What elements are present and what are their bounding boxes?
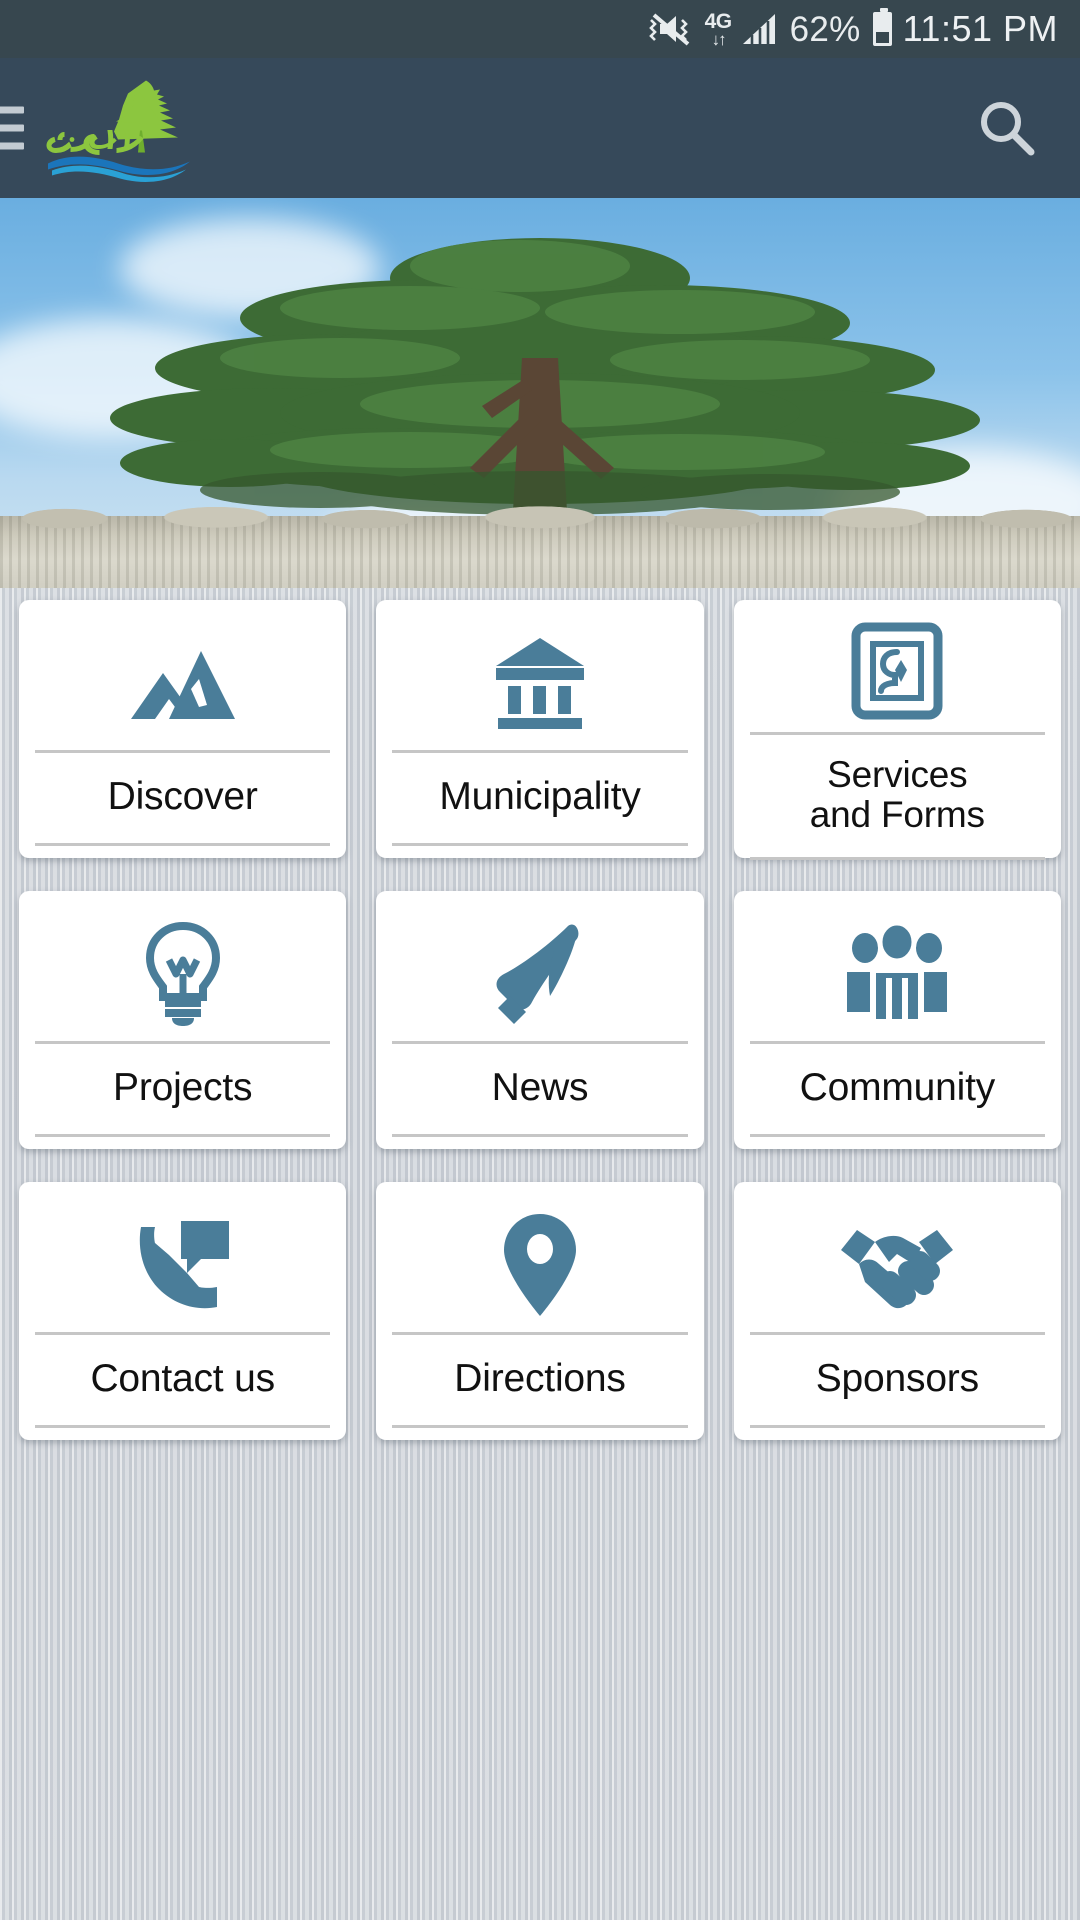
tile-label: Municipality [439,774,641,818]
tile-label: Discover [107,774,258,818]
tile-community[interactable]: Community [733,891,1061,1149]
search-icon[interactable] [974,95,1040,161]
battery-percent-label: 62% [789,9,861,49]
app-header [0,58,1080,198]
network-type-label: 4G [704,9,733,33]
signal-bars-icon [741,12,779,46]
tile-directions[interactable]: Directions [376,1182,704,1440]
battery-icon [872,8,892,46]
handshake-icon [750,1198,1045,1332]
tile-label-box: Sponsors [749,1332,1045,1428]
dhour-el-choueir-cedar-logo[interactable] [28,71,213,186]
tile-municipality[interactable]: Municipality [376,600,704,858]
bank-icon [392,616,687,750]
mountains-icon [35,616,330,750]
tile-label: Contact us [90,1356,275,1400]
phone-message-icon [35,1198,330,1332]
tile-projects[interactable]: Projects [19,891,347,1149]
tile-label: Directions [454,1356,626,1400]
tile-label: Community [799,1065,996,1109]
tile-label-box: Discover [35,750,331,846]
tile-label: Sponsors [815,1356,979,1400]
tile-label-box: Contact us [35,1332,331,1428]
status-bar: 4G ↓↑ 62% 11:51 PM [0,0,1080,58]
cedar-tree-graphic [110,238,980,528]
tile-news[interactable]: News [376,891,704,1149]
tile-contact-us[interactable]: Contact us [19,1182,347,1440]
people-group-icon [750,907,1045,1041]
lightbulb-icon [35,907,330,1041]
tile-label-box: Directions [392,1332,688,1428]
tile-label-box: Municipality [392,750,688,846]
stone-wall [0,503,1080,588]
form-device-icon [750,616,1045,732]
tile-label-box: Projects [35,1041,331,1137]
menu-tile-grid: Discover Municipality Services and Forms… [0,588,1080,1440]
tile-label: Services and Forms [809,754,985,835]
tile-label: News [491,1065,589,1109]
vibrate-mute-icon [648,11,694,47]
tile-sponsors[interactable]: Sponsors [733,1182,1061,1440]
tile-services-and-forms[interactable]: Services and Forms [733,600,1061,860]
hamburger-menu-icon[interactable] [0,106,24,150]
network-type-indicator: 4G ↓↑ [704,9,733,49]
tile-label-box: Services and Forms [749,732,1045,860]
tile-discover[interactable]: Discover [19,600,347,858]
megaphone-icon [392,907,687,1041]
data-transfer-arrows: ↓↑ [711,29,727,49]
tile-label-box: News [392,1041,688,1137]
map-pin-icon [392,1198,687,1332]
clock-label: 11:51 PM [902,8,1058,49]
cedar-tree-hero-image [0,198,1080,588]
tile-label-box: Community [749,1041,1045,1137]
tile-label: Projects [113,1065,253,1109]
